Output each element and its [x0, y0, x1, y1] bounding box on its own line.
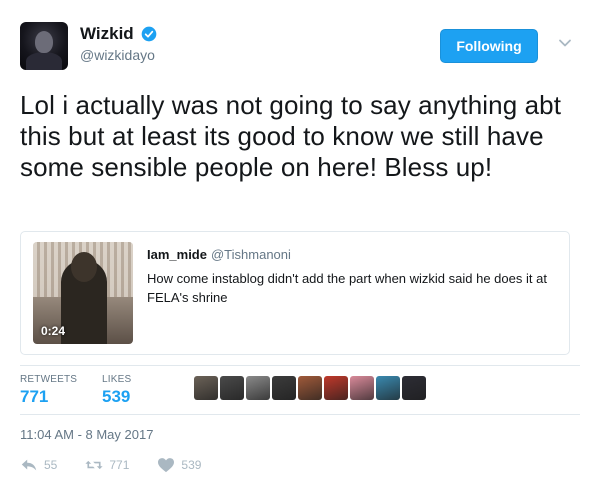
liker-avatar[interactable]	[298, 376, 322, 400]
like-button[interactable]: 539	[157, 457, 201, 473]
liker-avatars	[194, 376, 426, 404]
video-duration: 0:24	[41, 324, 66, 338]
liker-avatar[interactable]	[376, 376, 400, 400]
retweets-stat[interactable]: RETWEETS 771	[20, 374, 77, 407]
reply-button[interactable]: 55	[20, 457, 57, 473]
author-handle[interactable]: @wizkidayo	[80, 47, 157, 63]
likes-value: 539	[102, 387, 131, 406]
tweet-header: Wizkid @wizkidayo Following	[20, 20, 580, 76]
tweet-stats: RETWEETS 771 LIKES 539	[20, 365, 580, 415]
liker-avatar[interactable]	[402, 376, 426, 400]
retweet-count: 771	[109, 458, 130, 472]
quoted-video-thumbnail[interactable]: 0:24	[33, 242, 133, 344]
verified-badge-icon	[141, 26, 157, 42]
tweet-text: Lol i actually was not going to say anyt…	[20, 90, 562, 182]
retweet-button[interactable]: 771	[85, 457, 129, 473]
liker-avatar[interactable]	[272, 376, 296, 400]
retweet-icon	[85, 460, 103, 470]
chevron-down-icon[interactable]	[558, 36, 572, 50]
tweet-actions: 55 771 539	[20, 455, 229, 475]
liker-avatar[interactable]	[350, 376, 374, 400]
liker-avatar[interactable]	[220, 376, 244, 400]
quoted-tweet-text: How come instablog didn't add the part w…	[147, 271, 547, 305]
quoted-tweet-card[interactable]: 0:24 Iam_mide @Tishmanoni How come instab…	[20, 231, 570, 355]
likes-stat[interactable]: LIKES 539	[102, 374, 131, 407]
reply-count: 55	[44, 458, 58, 472]
author-avatar[interactable]	[20, 22, 68, 70]
quoted-author-handle: @Tishmanoni	[210, 247, 291, 262]
heart-icon	[158, 458, 175, 473]
reply-icon	[21, 459, 37, 471]
author-display-name[interactable]: Wizkid	[80, 24, 134, 44]
liker-avatar[interactable]	[324, 376, 348, 400]
liker-avatar[interactable]	[194, 376, 218, 400]
quoted-author-name: Iam_mide	[147, 247, 207, 262]
retweets-label: RETWEETS	[20, 374, 78, 385]
liker-avatar[interactable]	[246, 376, 270, 400]
tweet-timestamp[interactable]: 11:04 AM - 8 May 2017	[20, 427, 153, 442]
author-name-block[interactable]: Wizkid @wizkidayo	[80, 24, 157, 63]
following-button[interactable]: Following	[440, 29, 538, 63]
likes-label: LIKES	[102, 374, 132, 385]
retweets-value: 771	[20, 387, 49, 406]
like-count: 539	[181, 458, 202, 472]
